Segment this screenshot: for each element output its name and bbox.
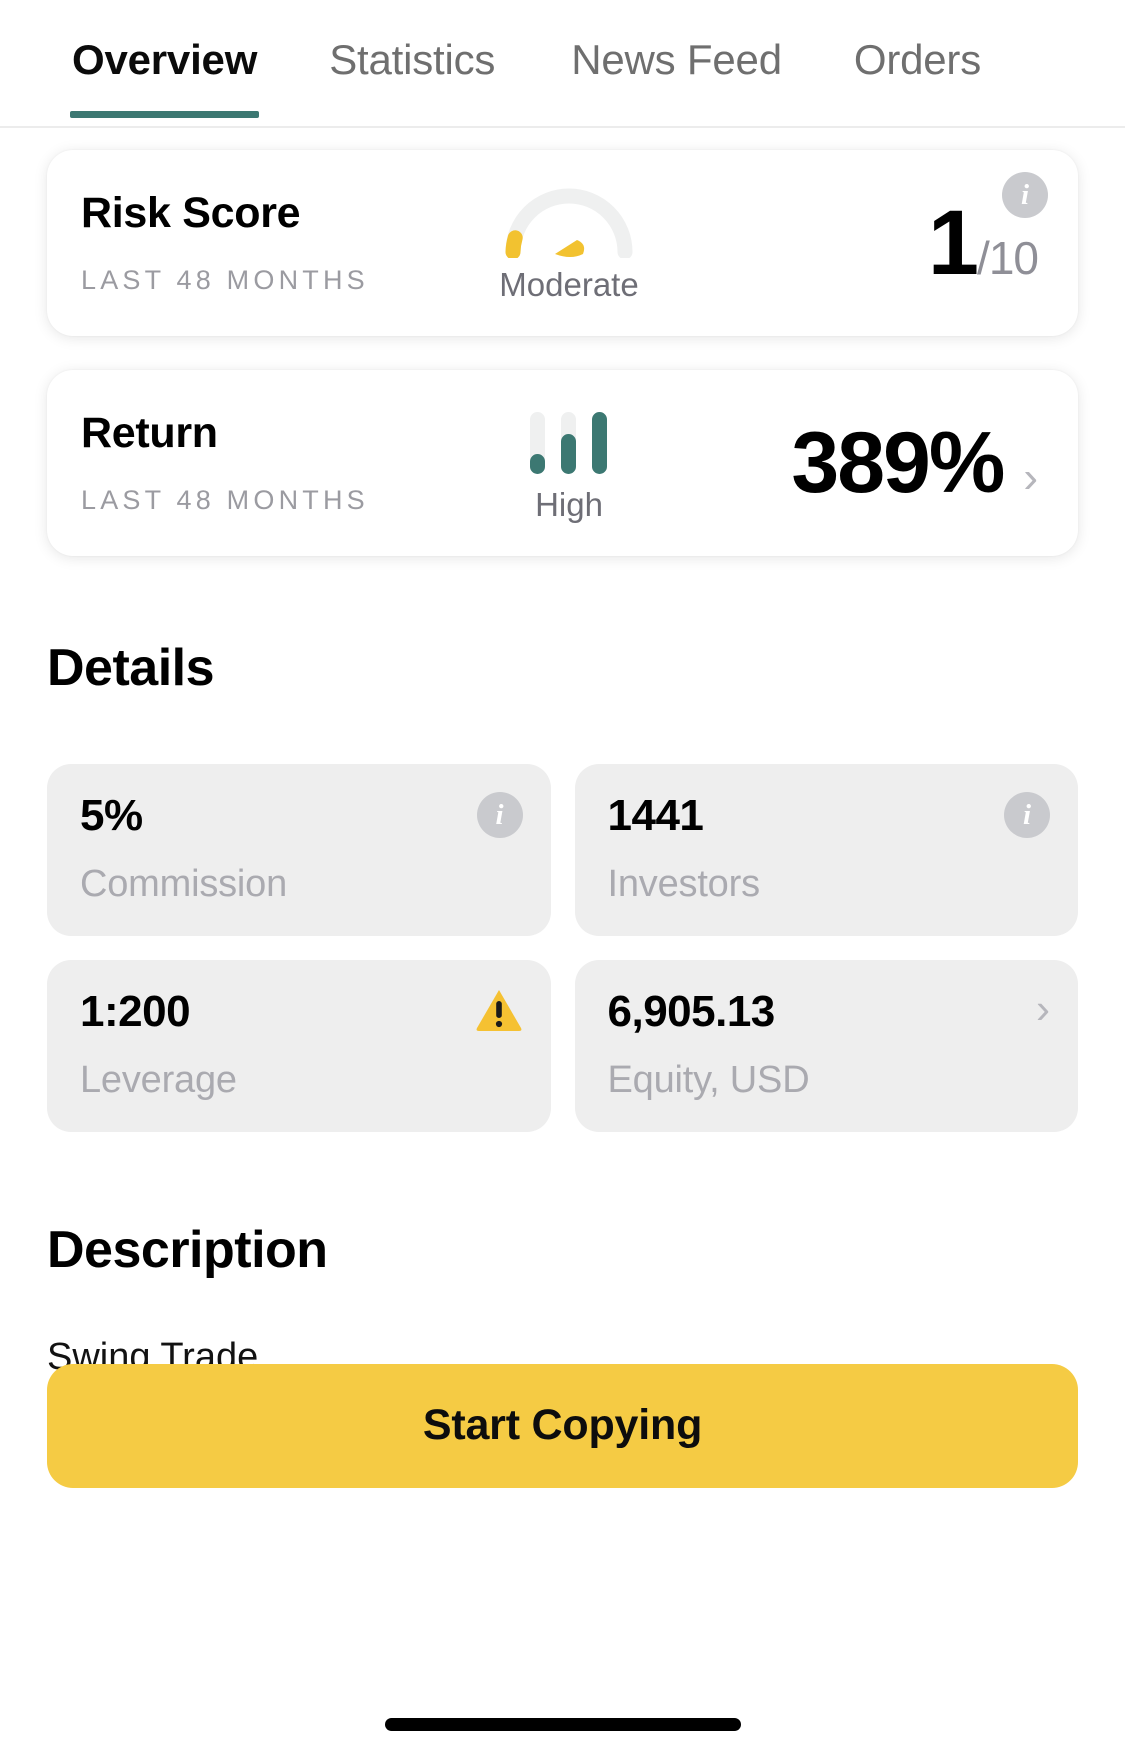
- leverage-corner: [475, 988, 523, 1032]
- equity-corner: ›: [1036, 988, 1050, 1030]
- return-period: LAST 48 MONTHS: [81, 485, 369, 515]
- risk-gauge-label: Moderate: [499, 265, 639, 303]
- investors-corner: i: [1004, 792, 1050, 838]
- detail-card-leverage[interactable]: 1:200 Leverage: [47, 960, 551, 1132]
- tab-overview-label: Overview: [72, 36, 258, 83]
- tab-bar: Overview Statistics News Feed Orders: [0, 0, 1125, 128]
- tab-statistics-label: Statistics: [329, 36, 496, 83]
- return-value-block: 389% ›: [667, 420, 1042, 506]
- return-title: Return: [81, 409, 218, 457]
- risk-gauge: [499, 186, 639, 258]
- risk-score-title: Risk Score: [81, 189, 301, 237]
- return-chevron-right-icon[interactable]: ›: [1023, 456, 1038, 500]
- investors-info-icon[interactable]: i: [1004, 792, 1050, 838]
- home-indicator: [384, 1718, 741, 1731]
- tab-statistics[interactable]: Statistics: [329, 36, 495, 116]
- detail-card-investors[interactable]: 1441 Investors i: [574, 764, 1078, 936]
- tab-news-feed-label: News Feed: [571, 36, 782, 83]
- cta-container: Start Copying: [0, 1363, 1125, 1488]
- equity-chevron-right-icon[interactable]: ›: [1036, 988, 1050, 1030]
- signal-bars-icon: [530, 411, 607, 474]
- tab-news-feed[interactable]: News Feed: [571, 36, 782, 116]
- profile-overview-screen: Overview Statistics News Feed Orders Ris…: [0, 0, 1125, 1764]
- return-bars-block: High: [471, 406, 667, 521]
- leverage-value: 1:200: [80, 987, 191, 1036]
- details-grid: 5% Commission i 1441 Investors i 1:200 L…: [0, 764, 1125, 1132]
- description-heading: Description: [47, 1221, 328, 1279]
- tab-orders[interactable]: Orders: [854, 36, 981, 116]
- tab-orders-label: Orders: [853, 36, 982, 83]
- return-text-block: Return LAST 48 MONTHS: [81, 412, 471, 514]
- commission-corner: i: [476, 792, 523, 838]
- risk-score-value: 1: [927, 192, 979, 294]
- return-value: 389%: [791, 415, 1005, 511]
- return-card[interactable]: Return LAST 48 MONTHS High 389% ›: [47, 370, 1078, 556]
- detail-card-equity[interactable]: 6,905.13 Equity, USD ›: [574, 960, 1078, 1132]
- risk-gauge-icon: [505, 188, 633, 258]
- investors-label: Investors: [607, 863, 761, 905]
- detail-card-commission[interactable]: 5% Commission i: [47, 764, 551, 936]
- return-bars-label: High: [535, 485, 603, 523]
- risk-score-card[interactable]: Risk Score LAST 48 MONTHS Moderate 1 /10…: [47, 150, 1078, 336]
- equity-label: Equity, USD: [607, 1059, 810, 1101]
- risk-score-denominator: /10: [977, 232, 1039, 284]
- risk-score-value-block: 1 /10: [667, 197, 1042, 289]
- commission-label: Commission: [80, 863, 288, 905]
- investors-value: 1441: [607, 791, 704, 840]
- risk-gauge-block: Moderate: [471, 186, 667, 301]
- start-copying-button[interactable]: Start Copying: [47, 1363, 1078, 1488]
- commission-value: 5%: [80, 791, 143, 840]
- risk-score-text-block: Risk Score LAST 48 MONTHS: [81, 192, 471, 294]
- return-bars: [526, 406, 612, 478]
- details-heading: Details: [47, 639, 215, 697]
- tab-overview[interactable]: Overview: [69, 36, 260, 118]
- risk-score-period: LAST 48 MONTHS: [81, 265, 369, 295]
- warning-triangle-icon[interactable]: [475, 988, 523, 1032]
- leverage-label: Leverage: [80, 1059, 237, 1101]
- risk-score-info-icon[interactable]: i: [1002, 172, 1048, 218]
- equity-value: 6,905.13: [607, 987, 776, 1036]
- commission-info-icon[interactable]: i: [476, 792, 523, 838]
- summary-cards: Risk Score LAST 48 MONTHS Moderate 1 /10…: [0, 128, 1125, 556]
